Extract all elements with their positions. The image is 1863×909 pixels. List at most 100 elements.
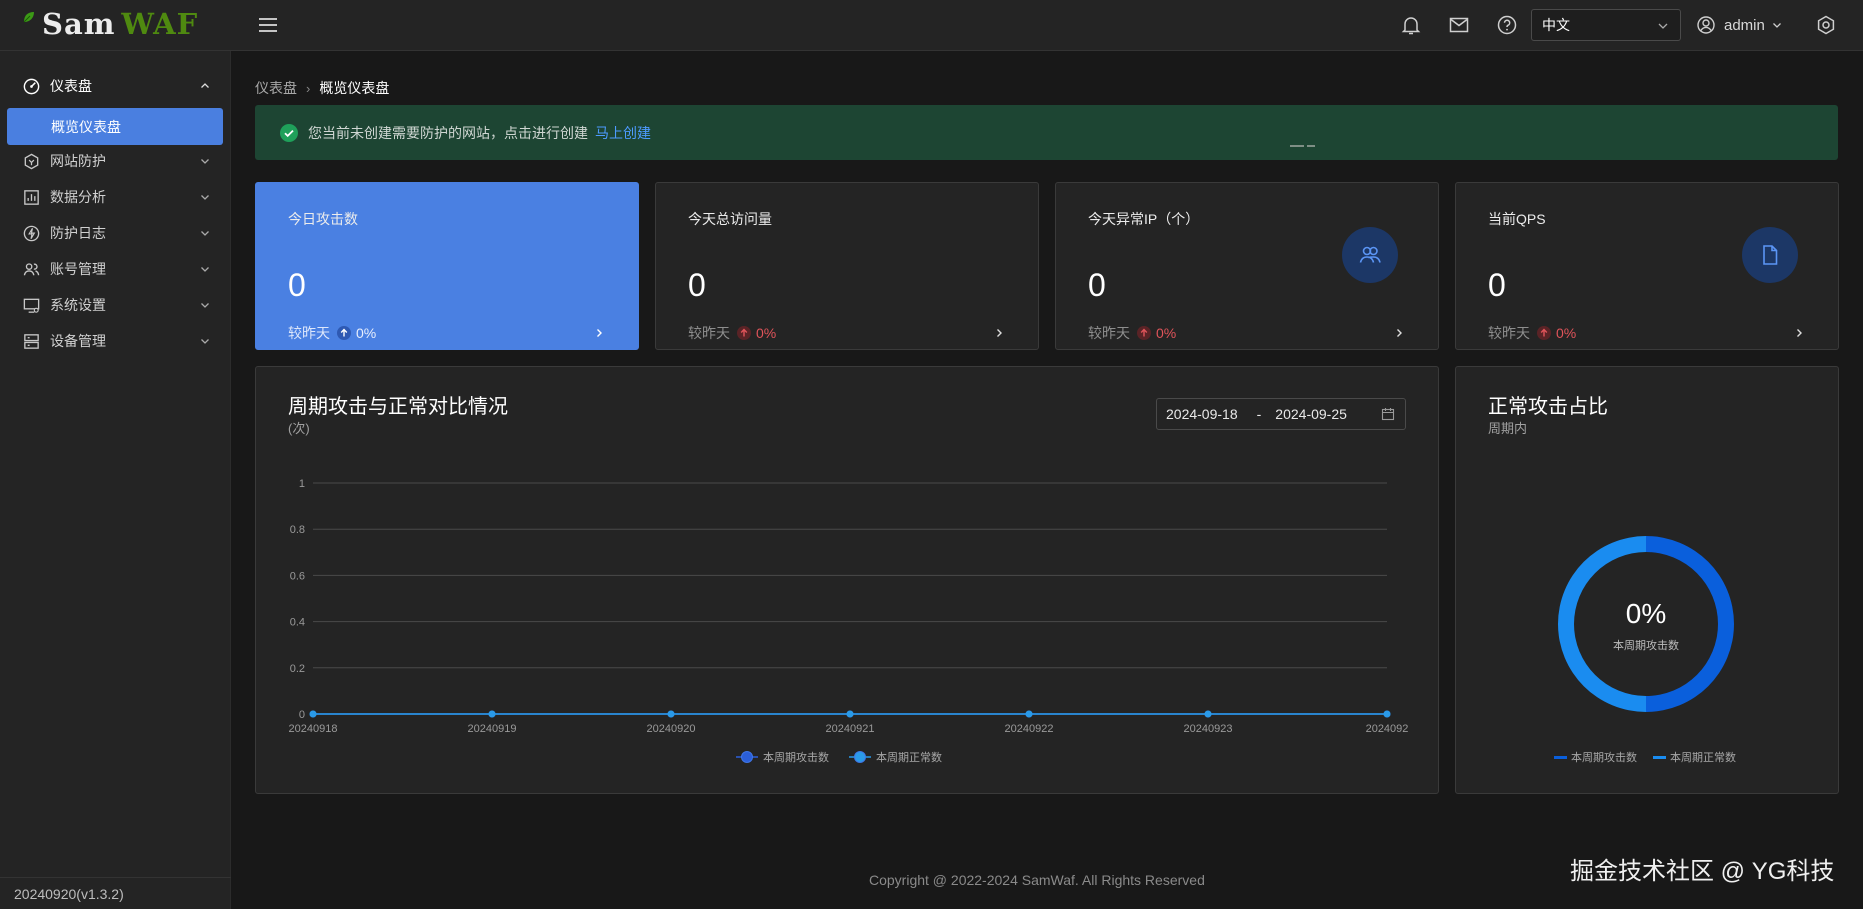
chevron-right-icon[interactable]: [1394, 328, 1404, 338]
sidebar-item-label: 账号管理: [50, 261, 106, 277]
arrow-up-icon: [337, 326, 351, 340]
stat-card-today-visits[interactable]: 今天总访问量 0 较昨天 0%: [655, 182, 1039, 350]
y-tick-label: 0.8: [290, 524, 305, 536]
chevron-down-icon: [201, 303, 209, 308]
sidebar-item-label: 设备管理: [50, 333, 106, 349]
stat-title: 今天异常IP（个）: [1088, 211, 1200, 227]
y-tick-label: 1: [299, 478, 305, 490]
y-tick-label: 0.6: [290, 570, 305, 582]
line-chart: 0 0.2 0.4 0.6 0.8 1 20240918 20240919 20240920 20…: [289, 478, 1409, 764]
chevron-down-icon: [201, 339, 209, 344]
data-point: [1025, 710, 1033, 718]
legend-swatch: [741, 751, 753, 763]
sidebar-item-label: 仪表盘: [50, 78, 92, 94]
monitor-settings-icon: [23, 298, 40, 313]
breadcrumb: 仪表盘 › 概览仪表盘: [255, 78, 389, 98]
stat-title: 今日攻击数: [288, 211, 358, 227]
leaf-icon: [23, 12, 34, 23]
menu-icon[interactable]: [256, 13, 280, 37]
x-tick-label: 20240922: [1005, 723, 1054, 735]
compare-label: 较昨天: [688, 325, 730, 341]
user-icon: [1697, 16, 1715, 34]
sidebar-subitem-label: 概览仪表盘: [51, 118, 121, 135]
sidebar-item-website-protection[interactable]: 网站防护: [0, 143, 231, 179]
data-point: [1383, 710, 1391, 718]
stat-value: 0: [1088, 267, 1106, 303]
stat-card-today-attacks[interactable]: 今日攻击数 0 较昨天 0%: [255, 182, 639, 350]
legend-label: 本周期攻击数: [1571, 750, 1637, 764]
legend-swatch: [1554, 756, 1567, 759]
chevron-right-icon[interactable]: [594, 328, 604, 338]
compare-label: 较昨天: [1088, 325, 1130, 341]
x-tick-label: 20240920: [647, 723, 696, 735]
create-now-link[interactable]: 马上创建: [595, 123, 651, 143]
sidebar-item-data-analysis[interactable]: 数据分析: [0, 179, 231, 215]
legend-label: 本周期正常数: [876, 750, 942, 764]
donut-center-label: 本周期攻击数: [1613, 638, 1679, 652]
username: admin: [1724, 16, 1765, 34]
sidebar-subitem-overview[interactable]: 概览仪表盘: [7, 108, 223, 145]
x-tick-label: 20240919: [468, 723, 517, 735]
compare-change: 0%: [356, 325, 377, 341]
analytics-icon: [24, 189, 39, 205]
stat-card-current-qps[interactable]: 当前QPS 0 较昨天 0%: [1455, 182, 1839, 350]
stat-title: 今天总访问量: [688, 211, 772, 227]
x-tick-label: 2024092: [1366, 723, 1409, 735]
x-tick-label: 20240921: [826, 723, 875, 735]
legend-label: 本周期正常数: [1670, 750, 1736, 764]
language-select[interactable]: 中文: [1531, 9, 1681, 41]
sidebar-item-protection-log[interactable]: 防护日志: [0, 215, 231, 251]
sidebar: 仪表盘 概览仪表盘 网站防护 数据分析 防护日志 账号管理 系统设置 设备管理 …: [0, 51, 231, 909]
y-tick-label: 0.2: [290, 663, 305, 675]
compare-change: 0%: [756, 325, 777, 341]
chevron-right-icon[interactable]: [994, 328, 1004, 338]
x-tick-label: 20240918: [289, 723, 338, 735]
chevron-down-icon: [1658, 23, 1668, 29]
version-label: 20240920(v1.3.2): [0, 877, 231, 909]
logo-text-waf: WAF: [121, 7, 199, 41]
stat-title: 当前QPS: [1488, 211, 1546, 227]
legend-swatch: [1653, 756, 1666, 759]
y-tick-label: 0: [299, 709, 305, 721]
info-alert: 您当前未创建需要防护的网站，点击进行创建 马上创建: [255, 105, 1838, 160]
legend-label: 本周期攻击数: [763, 750, 829, 764]
compare-change: 0%: [1156, 325, 1177, 341]
chevron-up-icon: [201, 83, 209, 88]
sidebar-item-label: 网站防护: [50, 153, 106, 169]
arrow-up-icon: [737, 326, 751, 340]
stat-compare: 较昨天 0%: [288, 323, 376, 343]
alert-carousel-indicator[interactable]: [1290, 145, 1315, 147]
arrow-up-icon: [1537, 326, 1551, 340]
stat-card-abnormal-ip[interactable]: 今天异常IP（个） 0 较昨天 0%: [1055, 182, 1439, 350]
legend-swatch: [854, 751, 866, 763]
data-point: [846, 710, 854, 718]
mail-icon[interactable]: [1447, 13, 1471, 37]
users-icon: [23, 262, 40, 275]
logo[interactable]: Sam WAF: [22, 6, 198, 42]
user-menu[interactable]: admin: [1696, 12, 1783, 38]
sidebar-item-system-settings[interactable]: 系统设置: [0, 287, 231, 323]
copyright: Copyright @ 2022-2024 SamWaf. All Rights…: [869, 872, 1205, 888]
sidebar-item-label: 数据分析: [50, 189, 106, 205]
dashboard-icon: [23, 78, 40, 94]
chevron-right-icon[interactable]: [1794, 328, 1804, 338]
server-icon: [24, 333, 39, 349]
breadcrumb-separator: ›: [306, 80, 311, 96]
settings-icon[interactable]: [1814, 13, 1838, 37]
users-icon: [1342, 227, 1398, 283]
help-icon[interactable]: [1495, 13, 1519, 37]
stat-compare: 较昨天 0%: [688, 323, 776, 343]
sidebar-item-device-management[interactable]: 设备管理: [0, 323, 231, 359]
sidebar-item-dashboard[interactable]: 仪表盘: [0, 68, 231, 104]
breadcrumb-parent[interactable]: 仪表盘: [255, 78, 297, 98]
sidebar-item-label: 防护日志: [50, 225, 106, 241]
logo-text-sam: Sam: [42, 7, 116, 41]
sidebar-item-account-management[interactable]: 账号管理: [0, 251, 231, 287]
file-icon: [1742, 227, 1798, 283]
bell-icon[interactable]: [1399, 13, 1423, 37]
data-point: [1204, 710, 1212, 718]
stat-value: 0: [1488, 267, 1506, 303]
compare-label: 较昨天: [288, 325, 330, 341]
data-point: [488, 710, 496, 718]
chevron-down-icon: [201, 231, 209, 236]
